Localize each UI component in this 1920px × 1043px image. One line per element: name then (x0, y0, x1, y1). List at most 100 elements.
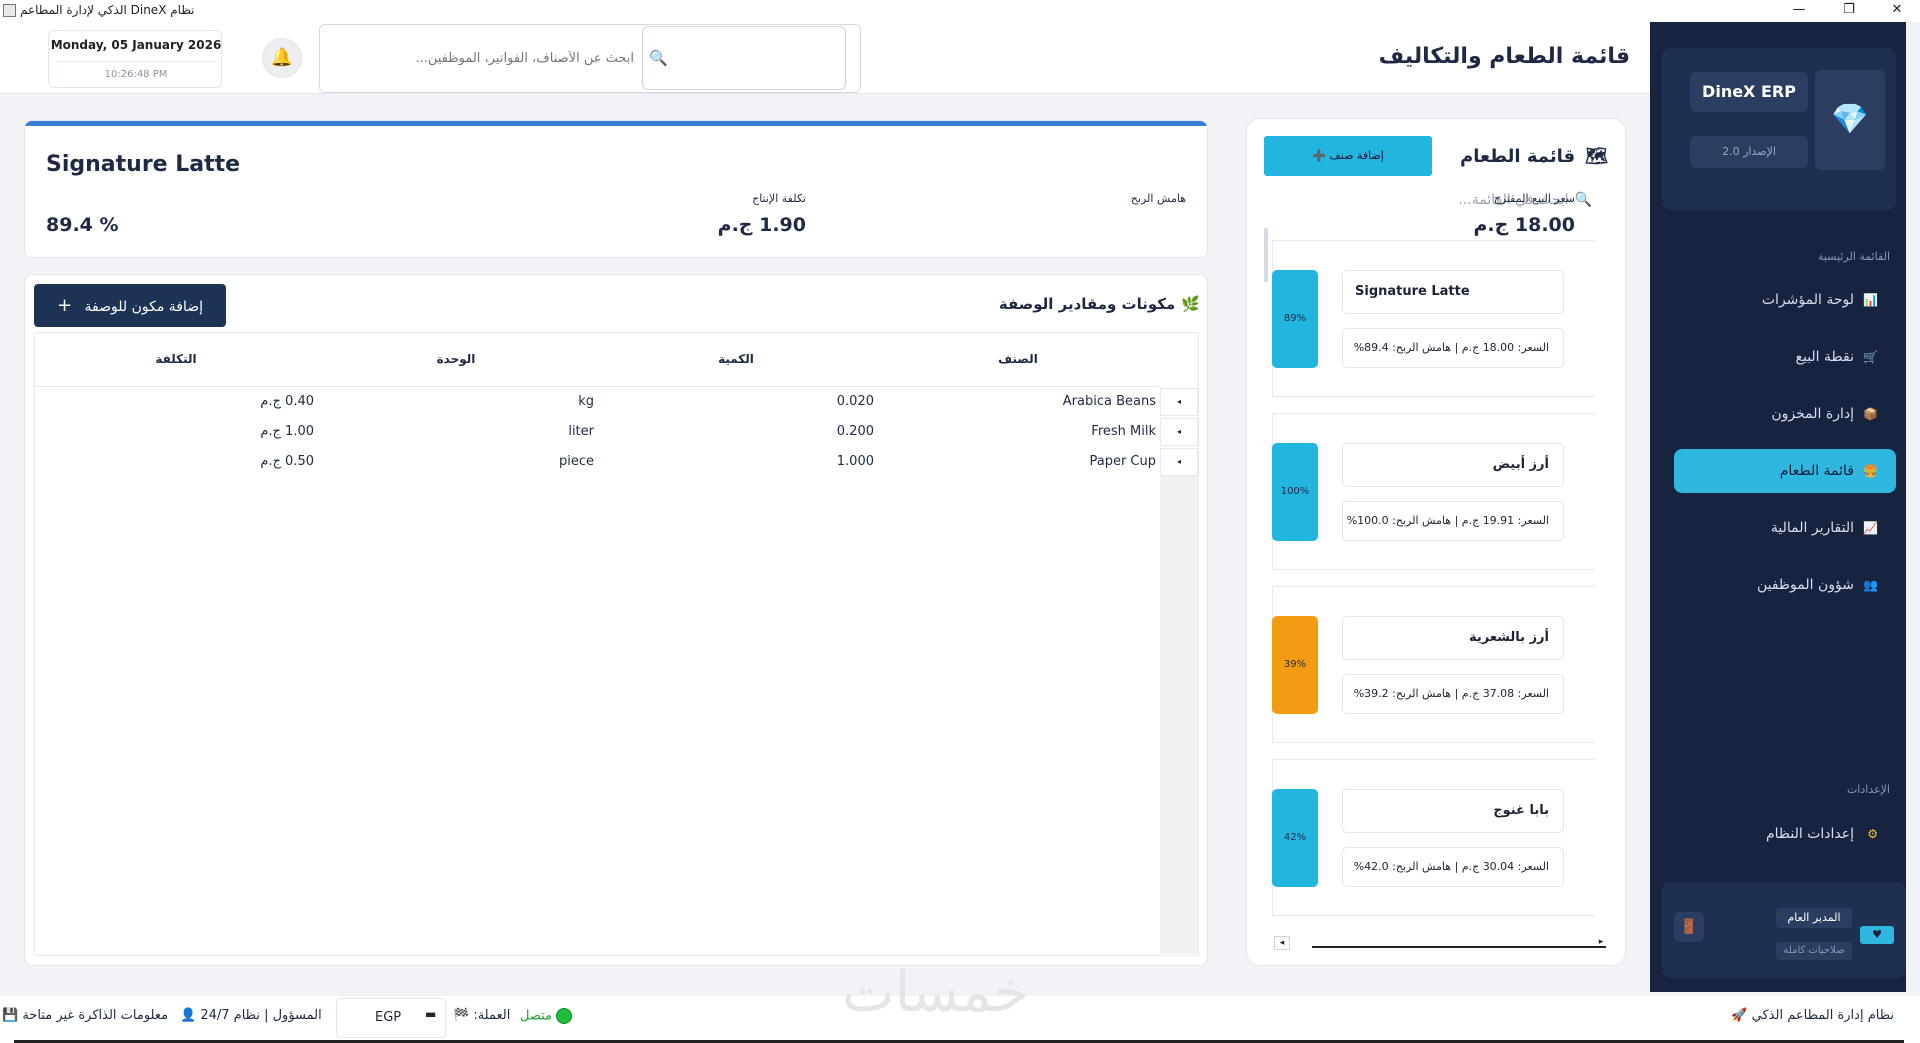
cell-unit: kg (578, 394, 594, 409)
cell-qty: 0.020 (836, 394, 874, 409)
sidebar-item-label: إعدادات النظام (1765, 826, 1854, 842)
date-time-box: Monday, 05 January 2026 10:26:48 PM (48, 30, 222, 88)
sidebar-item-label: نقطة البيع (1795, 349, 1854, 365)
add-ingredient-label: إضافة مكون للوصفة (84, 299, 204, 315)
row-selector[interactable]: ◂ (1160, 448, 1198, 476)
box-icon: 📦 (1863, 407, 1878, 421)
menu-item-card[interactable] (1272, 240, 1595, 397)
sidebar-item-label: إدارة المخزون (1771, 406, 1854, 422)
cart-icon: 🛒 (1863, 350, 1878, 364)
status-user-info: المسؤول | نظام 24/7 👤 (180, 1008, 322, 1023)
window-titlebar: نظام DineX الذكي لإدارة المطاعم — ❐ ✕ (0, 0, 1920, 22)
date-divider (57, 61, 215, 62)
user-icon: 👤 (180, 1008, 197, 1023)
menu-scrollbar-horizontal[interactable] (1312, 946, 1606, 948)
leaf-icon: 🌿 (1181, 295, 1200, 313)
suggested-price-value: 18.00 ج.م (1473, 214, 1575, 236)
cell-item: Paper Cup (1089, 454, 1156, 469)
margin-bar: 89% (1272, 270, 1318, 368)
close-button[interactable]: ✕ (1874, 0, 1920, 22)
item-name: Signature Latte (46, 152, 241, 177)
plus-icon: ➕ (1312, 149, 1326, 162)
plus-icon: + (56, 295, 73, 316)
online-dot-icon (556, 1008, 573, 1024)
page-title: قائمة الطعام والتكاليف (1378, 44, 1630, 69)
flag-icon: 🏁 (453, 1008, 470, 1023)
table-header-divider (36, 386, 1159, 387)
maximize-button[interactable]: ❐ (1826, 0, 1872, 22)
status-memory: معلومات الذاكرة غير متاحة 💾 (2, 1008, 168, 1023)
trend-icon: 📈 (1863, 521, 1878, 535)
sidebar-item-inventory[interactable]: 📦 إدارة المخزون (1674, 392, 1896, 436)
chart-icon: 📊 (1863, 293, 1878, 307)
profit-margin-label: هامش الربح (1130, 192, 1186, 205)
status-connection-text: متصل (520, 1008, 553, 1024)
menu-item-details: السعر: 18.00 ج.م | هامش الربح: 89.4% (1342, 328, 1564, 368)
add-ingredient-button[interactable]: إضافة مكون للوصفة + (34, 284, 226, 327)
menu-item-card[interactable] (1272, 759, 1595, 916)
menu-item-details: السعر: 37.08 ج.م | هامش الربح: 39.2% (1342, 674, 1564, 714)
margin-bar: 42% (1272, 789, 1318, 887)
recipe-title-text: مكونات ومقادير الوصفة (998, 295, 1176, 313)
accent-bar (25, 121, 1207, 126)
sidebar-item-label: التقارير المالية (1770, 520, 1854, 536)
menu-item-card[interactable] (1272, 586, 1595, 743)
status-currency-label: العملة: 🏁 (453, 1008, 510, 1023)
currency-value: EGP (375, 1010, 402, 1025)
menu-panel-title: 🗺 قائمة الطعام (1460, 146, 1608, 167)
profit-margin-value: 89.4 % (46, 214, 119, 236)
cell-unit: liter (568, 424, 594, 439)
sidebar-item-label: لوحة المؤشرات (1761, 292, 1854, 308)
user-role: صلاحيات كاملة (1776, 942, 1852, 960)
margin-bar: 39% (1272, 616, 1318, 714)
menu-item-name: أرز أبيض (1342, 443, 1564, 487)
table-scroll-area[interactable] (1160, 476, 1198, 954)
sidebar-item-dashboard[interactable]: 📊 لوحة المؤشرات (1674, 278, 1896, 322)
currency-select[interactable]: EGP ▬ (336, 998, 446, 1038)
search-button[interactable]: 🔍 (642, 26, 846, 90)
status-connection: متصل (520, 1008, 573, 1024)
map-icon: 🗺 (1585, 146, 1608, 167)
sidebar-item-settings[interactable]: ⚙ إعدادات النظام (1674, 812, 1896, 856)
settings-section-label: الإعدادات (1846, 783, 1890, 796)
search-icon: 🔍 (1574, 192, 1592, 208)
row-selector[interactable]: ◂ (1160, 418, 1198, 446)
gear-icon: ⚙ (1867, 827, 1878, 841)
menu-scrollbar-vertical[interactable] (1264, 228, 1268, 282)
cell-cost: 0.50 ج.م (260, 454, 314, 469)
main-section-label: القائمة الرئيسية (1817, 250, 1890, 263)
time-text: 10:26:48 PM (104, 69, 168, 80)
scroll-right-arrow[interactable]: ▸ (1596, 936, 1606, 950)
save-icon: 💾 (2, 1008, 19, 1023)
cell-cost: 1.00 ج.م (260, 424, 314, 439)
watermark: خمسات (842, 960, 1029, 1025)
sidebar-item-menu[interactable]: 🍔 قائمة الطعام (1674, 449, 1896, 493)
cell-unit: piece (558, 454, 594, 469)
sidebar-item-label: شؤون الموظفين (1756, 577, 1854, 593)
production-cost-value: 1.90 ج.م (717, 214, 806, 236)
brand-name: DineX ERP (1690, 72, 1808, 112)
cell-item: Arabica Beans (1062, 394, 1156, 409)
menu-item-card[interactable] (1272, 413, 1595, 570)
scroll-left-arrow[interactable]: ◂ (1274, 936, 1290, 950)
window-title: نظام DineX الذكي لإدارة المطاعم (20, 3, 195, 17)
menu-book-icon: 🍔 (1863, 464, 1878, 478)
add-item-button[interactable]: إضافة صنف ➕ (1264, 136, 1432, 176)
row-selector[interactable]: ◂ (1160, 388, 1198, 416)
status-app-name: نظام إدارة المطاعم الذكي 🚀 (1731, 1008, 1894, 1023)
global-search-input[interactable] (322, 26, 644, 90)
sidebar-item-pos[interactable]: 🛒 نقطة البيع (1674, 335, 1896, 379)
add-item-label: إضافة صنف (1329, 149, 1384, 162)
suggested-price-label: سعر البيع المقترح (1493, 192, 1575, 205)
menu-item-details: السعر: 30.04 ج.م | هامش الربح: 42.0% (1342, 847, 1564, 887)
col-header-item: الصنف (998, 352, 1038, 366)
sidebar-item-employees[interactable]: 👥 شؤون الموظفين (1674, 563, 1896, 607)
status-user-info-text: المسؤول | نظام 24/7 (200, 1008, 322, 1023)
sidebar-item-reports[interactable]: 📈 التقارير المالية (1674, 506, 1896, 550)
door-icon[interactable]: 🚪 (1674, 912, 1704, 942)
margin-bar: 100% (1272, 443, 1318, 541)
bell-icon[interactable]: 🔔 (262, 38, 302, 78)
diamond-logo-icon: 💎 (1815, 70, 1885, 170)
minimize-button[interactable]: — (1776, 0, 1822, 22)
app-icon (3, 4, 16, 17)
